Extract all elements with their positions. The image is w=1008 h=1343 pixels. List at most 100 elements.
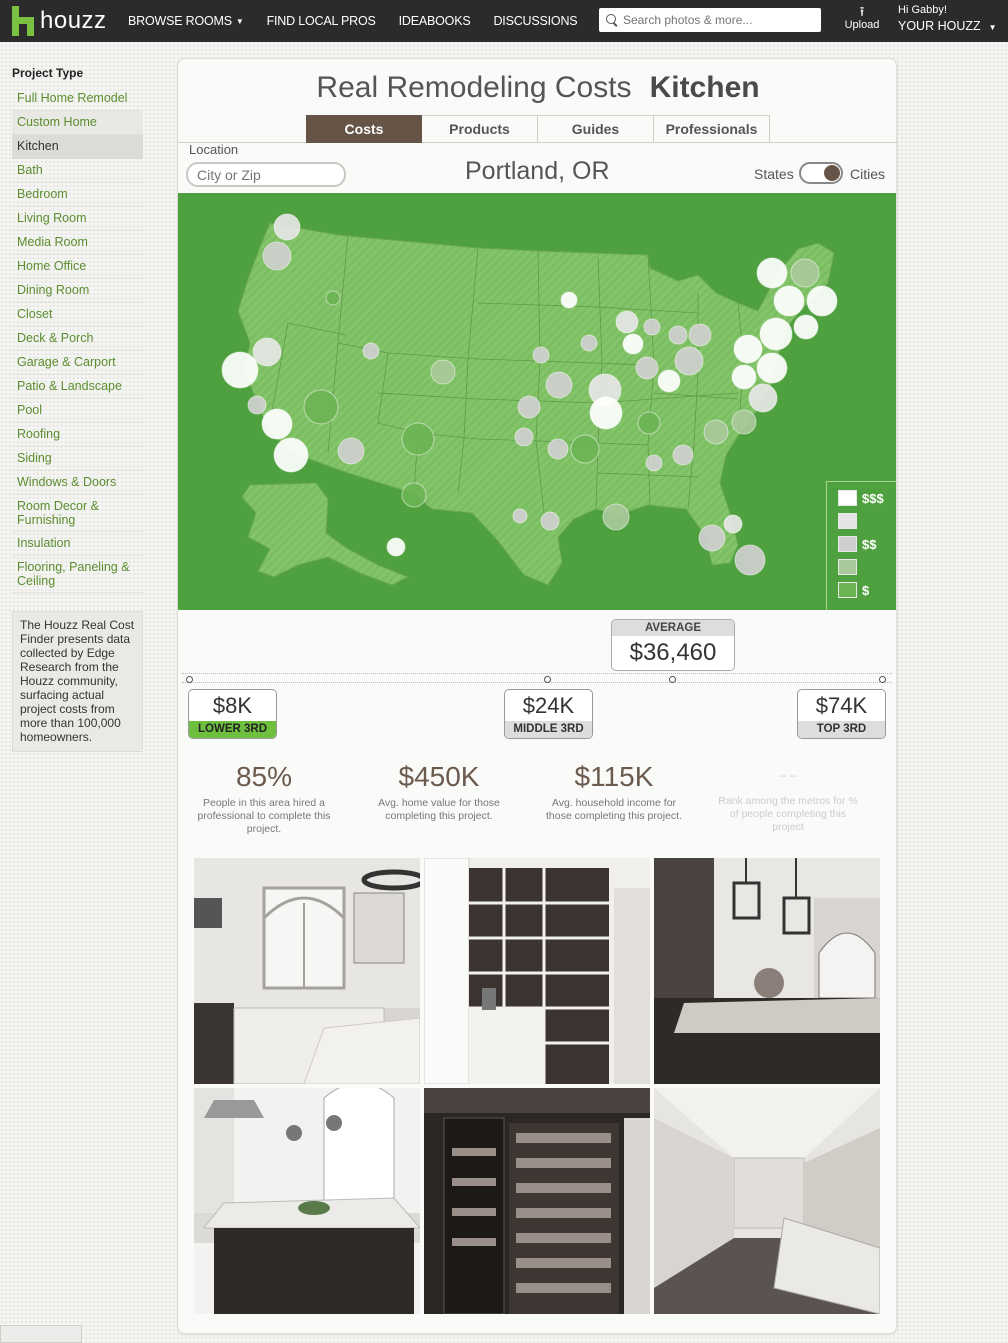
search-input[interactable] bbox=[623, 13, 813, 27]
nav-discussions[interactable]: DISCUSSIONS bbox=[493, 14, 577, 28]
sidebar-item-siding[interactable]: Siding bbox=[12, 447, 143, 471]
city-bubble[interactable] bbox=[337, 437, 365, 465]
city-bubble[interactable] bbox=[748, 383, 778, 413]
city-bubble[interactable] bbox=[386, 537, 406, 557]
city-bubble[interactable] bbox=[560, 291, 578, 309]
sidebar-item-flooring-paneling-ceiling[interactable]: Flooring, Paneling & Ceiling bbox=[12, 556, 143, 593]
city-bubble[interactable] bbox=[247, 395, 267, 415]
us-cost-map[interactable]: $$$ $$ $ bbox=[178, 193, 896, 610]
city-bubble[interactable] bbox=[703, 419, 729, 445]
city-bubble[interactable] bbox=[261, 408, 293, 440]
nav-find-local-pros[interactable]: FIND LOCAL PROS bbox=[267, 14, 376, 28]
city-bubble[interactable] bbox=[262, 241, 292, 271]
city-bubble[interactable] bbox=[362, 342, 380, 360]
pantry-photo[interactable] bbox=[424, 858, 650, 1084]
sidebar-item-custom-home[interactable]: Custom Home bbox=[12, 111, 143, 135]
nav-ideabooks[interactable]: IDEABOOKS bbox=[399, 14, 471, 28]
city-bubble[interactable] bbox=[615, 310, 639, 334]
city-bubble[interactable] bbox=[733, 334, 763, 364]
sidebar-item-roofing[interactable]: Roofing bbox=[12, 423, 143, 447]
city-bubble[interactable] bbox=[790, 258, 820, 288]
kitchen-island-photo[interactable] bbox=[654, 858, 880, 1084]
sidebar-item-room-decor-furnishing[interactable]: Room Decor & Furnishing bbox=[12, 495, 143, 532]
city-bubble[interactable] bbox=[570, 434, 600, 464]
white-kitchen-photo[interactable] bbox=[194, 1088, 420, 1314]
city-bubble[interactable] bbox=[672, 444, 694, 466]
city-bubble[interactable] bbox=[325, 290, 341, 306]
city-bubble[interactable] bbox=[643, 318, 661, 336]
city-bubble[interactable] bbox=[401, 422, 435, 456]
city-bubble[interactable] bbox=[514, 427, 534, 447]
sidebar-item-home-office[interactable]: Home Office bbox=[12, 255, 143, 279]
sidebar-item-patio-landscape[interactable]: Patio & Landscape bbox=[12, 375, 143, 399]
city-bubble[interactable] bbox=[547, 438, 569, 460]
kitchen-photo[interactable] bbox=[194, 858, 420, 1084]
city-bubble[interactable] bbox=[602, 503, 630, 531]
city-bubble[interactable] bbox=[273, 437, 309, 473]
stat-value: $450K bbox=[398, 761, 480, 792]
city-bubble[interactable] bbox=[221, 351, 259, 389]
city-bubble[interactable] bbox=[688, 323, 712, 347]
sidebar-item-bath[interactable]: Bath bbox=[12, 159, 143, 183]
city-bubble[interactable] bbox=[401, 482, 427, 508]
sidebar-item-garage-carport[interactable]: Garage & Carport bbox=[12, 351, 143, 375]
city-bubble[interactable] bbox=[512, 508, 528, 524]
city-bubble[interactable] bbox=[622, 333, 644, 355]
sidebar-item-dining-room[interactable]: Dining Room bbox=[12, 279, 143, 303]
city-bubble[interactable] bbox=[303, 389, 339, 425]
city-bubble[interactable] bbox=[734, 544, 766, 576]
range-marker bbox=[879, 676, 886, 683]
sidebar-item-windows-doors[interactable]: Windows & Doors bbox=[12, 471, 143, 495]
city-bubble[interactable] bbox=[645, 454, 663, 472]
city-bubble[interactable] bbox=[731, 409, 757, 435]
sidebar-item-pool[interactable]: Pool bbox=[12, 399, 143, 423]
sidebar-item-living-room[interactable]: Living Room bbox=[12, 207, 143, 231]
sidebar-item-kitchen[interactable]: Kitchen bbox=[12, 135, 143, 159]
city-bubble[interactable] bbox=[756, 352, 788, 384]
tab-products[interactable]: Products bbox=[422, 115, 538, 143]
city-bubble[interactable] bbox=[698, 524, 726, 552]
city-bubble[interactable] bbox=[674, 346, 704, 376]
city-bubble[interactable] bbox=[580, 334, 598, 352]
states-cities-toggle[interactable] bbox=[799, 162, 843, 184]
city-bubble[interactable] bbox=[430, 359, 456, 385]
city-bubble[interactable] bbox=[273, 213, 301, 241]
city-bubble[interactable] bbox=[532, 346, 550, 364]
city-bubble[interactable] bbox=[756, 257, 788, 289]
city-bubble[interactable] bbox=[806, 285, 838, 317]
city-bubble[interactable] bbox=[657, 369, 681, 393]
city-bubble[interactable] bbox=[252, 337, 282, 367]
search-box[interactable] bbox=[599, 8, 821, 32]
sidebar-item-deck-porch[interactable]: Deck & Porch bbox=[12, 327, 143, 351]
tab-guides[interactable]: Guides bbox=[538, 115, 654, 143]
sidebar: Project Type Full Home Remodel Custom Hom… bbox=[12, 66, 143, 752]
tab-professionals[interactable]: Professionals bbox=[654, 115, 770, 143]
city-bubble[interactable] bbox=[759, 317, 793, 351]
city-bubble[interactable] bbox=[723, 514, 743, 534]
city-bubble[interactable] bbox=[589, 396, 623, 430]
city-bubble[interactable] bbox=[731, 364, 757, 390]
city-bubble[interactable] bbox=[668, 325, 688, 345]
tab-costs[interactable]: Costs bbox=[306, 115, 422, 143]
user-menu[interactable]: Hi Gabby! YOUR HOUZZ ▼ bbox=[898, 4, 997, 33]
city-bubble[interactable] bbox=[545, 371, 573, 399]
city-bubble[interactable] bbox=[540, 511, 560, 531]
project-type-list: Full Home Remodel Custom Home Kitchen Bath B… bbox=[12, 87, 143, 593]
houzz-logo[interactable]: houzz bbox=[12, 5, 107, 37]
sidebar-item-media-room[interactable]: Media Room bbox=[12, 231, 143, 255]
nav-browse-rooms[interactable]: BROWSE ROOMS ▼ bbox=[128, 14, 244, 28]
city-bubble[interactable] bbox=[793, 314, 819, 340]
sidebar-item-full-home-remodel[interactable]: Full Home Remodel bbox=[12, 87, 143, 111]
pantry-cabinet-photo[interactable] bbox=[424, 1088, 650, 1314]
sidebar-item-insulation[interactable]: Insulation bbox=[12, 532, 143, 556]
bottom-tab[interactable] bbox=[0, 1325, 82, 1343]
city-bubble[interactable] bbox=[637, 411, 661, 435]
location-input[interactable] bbox=[186, 162, 346, 187]
upload-button[interactable]: ⭱ Upload bbox=[842, 5, 882, 32]
city-bubble[interactable] bbox=[517, 395, 541, 419]
sidebar-item-closet[interactable]: Closet bbox=[12, 303, 143, 327]
city-bubble[interactable] bbox=[773, 285, 805, 317]
city-bubble[interactable] bbox=[635, 356, 659, 380]
sidebar-item-bedroom[interactable]: Bedroom bbox=[12, 183, 143, 207]
kitchen-aisle-photo[interactable] bbox=[654, 1088, 880, 1314]
